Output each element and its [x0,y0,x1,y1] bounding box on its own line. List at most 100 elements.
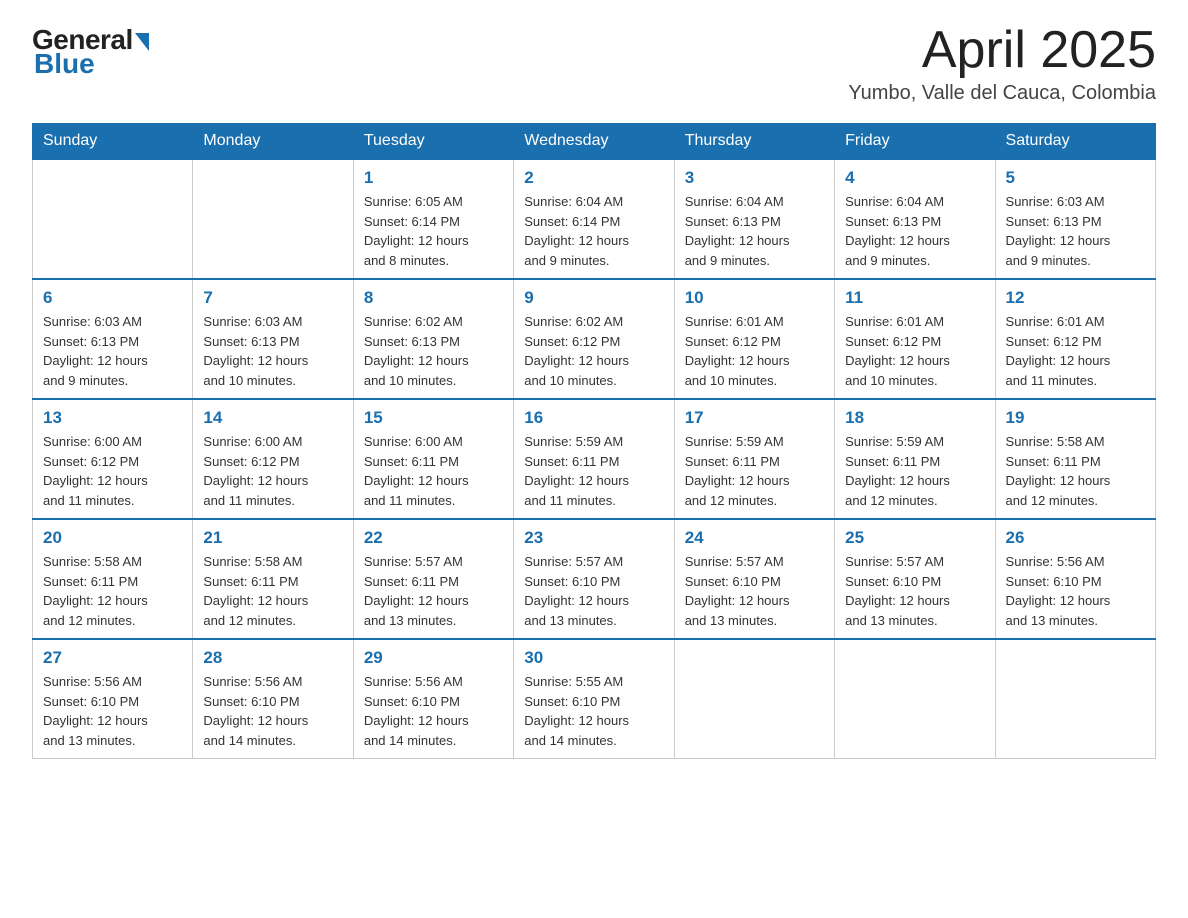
header-info: April 2025 Yumbo, Valle del Cauca, Colom… [848,24,1156,105]
day-info: Sunrise: 5:56 AM Sunset: 6:10 PM Dayligh… [364,672,503,750]
calendar-cell [193,159,353,279]
day-number: 3 [685,168,824,188]
day-info: Sunrise: 6:05 AM Sunset: 6:14 PM Dayligh… [364,192,503,270]
day-info: Sunrise: 5:57 AM Sunset: 6:10 PM Dayligh… [845,552,984,630]
weekday-header: Monday [193,124,353,160]
day-info: Sunrise: 6:01 AM Sunset: 6:12 PM Dayligh… [1006,312,1145,390]
day-number: 23 [524,528,663,548]
day-number: 7 [203,288,342,308]
calendar-cell: 17 Sunrise: 5:59 AM Sunset: 6:11 PM Dayli… [674,399,834,519]
day-number: 12 [1006,288,1145,308]
location-text: Yumbo, Valle del Cauca, Colombia [848,82,1156,105]
calendar-cell: 7 Sunrise: 6:03 AM Sunset: 6:13 PM Daylig… [193,279,353,399]
day-number: 19 [1006,408,1145,428]
calendar-cell: 6 Sunrise: 6:03 AM Sunset: 6:13 PM Daylig… [33,279,193,399]
calendar-cell [33,159,193,279]
weekday-header: Wednesday [514,124,674,160]
calendar-week-row: 13 Sunrise: 6:00 AM Sunset: 6:12 PM Dayli… [33,399,1156,519]
day-number: 30 [524,648,663,668]
calendar-cell: 27 Sunrise: 5:56 AM Sunset: 6:10 PM Dayli… [33,639,193,759]
weekday-header: Friday [835,124,995,160]
day-number: 13 [43,408,182,428]
calendar-cell: 24 Sunrise: 5:57 AM Sunset: 6:10 PM Dayli… [674,519,834,639]
day-info: Sunrise: 6:00 AM Sunset: 6:12 PM Dayligh… [43,432,182,510]
logo-blue-text: Blue [34,48,95,80]
calendar-cell: 5Sunrise: 6:03 AM Sunset: 6:13 PM Daylig… [995,159,1155,279]
day-number: 4 [845,168,984,188]
calendar-cell: 14 Sunrise: 6:00 AM Sunset: 6:12 PM Dayli… [193,399,353,519]
day-info: Sunrise: 5:57 AM Sunset: 6:11 PM Dayligh… [364,552,503,630]
day-number: 29 [364,648,503,668]
weekday-header: Sunday [33,124,193,160]
calendar-week-row: 20Sunrise: 5:58 AM Sunset: 6:11 PM Dayli… [33,519,1156,639]
day-info: Sunrise: 5:57 AM Sunset: 6:10 PM Dayligh… [524,552,663,630]
calendar-cell: 30 Sunrise: 5:55 AM Sunset: 6:10 PM Dayli… [514,639,674,759]
day-number: 1 [364,168,503,188]
calendar-cell: 11Sunrise: 6:01 AM Sunset: 6:12 PM Dayli… [835,279,995,399]
calendar-cell: 9 Sunrise: 6:02 AM Sunset: 6:12 PM Daylig… [514,279,674,399]
month-title: April 2025 [848,24,1156,76]
day-number: 28 [203,648,342,668]
calendar-cell: 25Sunrise: 5:57 AM Sunset: 6:10 PM Dayli… [835,519,995,639]
day-info: Sunrise: 5:59 AM Sunset: 6:11 PM Dayligh… [685,432,824,510]
calendar-cell: 21 Sunrise: 5:58 AM Sunset: 6:11 PM Dayli… [193,519,353,639]
day-number: 8 [364,288,503,308]
weekday-header: Thursday [674,124,834,160]
day-info: Sunrise: 5:58 AM Sunset: 6:11 PM Dayligh… [1006,432,1145,510]
calendar-cell: 10 Sunrise: 6:01 AM Sunset: 6:12 PM Dayli… [674,279,834,399]
day-info: Sunrise: 6:04 AM Sunset: 6:13 PM Dayligh… [685,192,824,270]
calendar-cell: 1 Sunrise: 6:05 AM Sunset: 6:14 PM Daylig… [353,159,513,279]
calendar-week-row: 6 Sunrise: 6:03 AM Sunset: 6:13 PM Daylig… [33,279,1156,399]
day-info: Sunrise: 5:58 AM Sunset: 6:11 PM Dayligh… [203,552,342,630]
calendar-cell: 18Sunrise: 5:59 AM Sunset: 6:11 PM Dayli… [835,399,995,519]
calendar-cell [995,639,1155,759]
logo-arrow-icon [135,33,149,51]
weekday-header: Tuesday [353,124,513,160]
calendar-cell: 8 Sunrise: 6:02 AM Sunset: 6:13 PM Daylig… [353,279,513,399]
day-info: Sunrise: 6:02 AM Sunset: 6:12 PM Dayligh… [524,312,663,390]
calendar-cell: 29 Sunrise: 5:56 AM Sunset: 6:10 PM Dayli… [353,639,513,759]
calendar-cell: 28Sunrise: 5:56 AM Sunset: 6:10 PM Dayli… [193,639,353,759]
day-info: Sunrise: 5:59 AM Sunset: 6:11 PM Dayligh… [524,432,663,510]
logo: General Blue [32,24,149,80]
day-number: 27 [43,648,182,668]
day-info: Sunrise: 6:00 AM Sunset: 6:11 PM Dayligh… [364,432,503,510]
day-number: 2 [524,168,663,188]
calendar-cell: 2 Sunrise: 6:04 AM Sunset: 6:14 PM Daylig… [514,159,674,279]
day-number: 14 [203,408,342,428]
calendar-cell: 23 Sunrise: 5:57 AM Sunset: 6:10 PM Dayli… [514,519,674,639]
day-number: 11 [845,288,984,308]
day-info: Sunrise: 5:56 AM Sunset: 6:10 PM Dayligh… [1006,552,1145,630]
day-number: 9 [524,288,663,308]
calendar-table: SundayMondayTuesdayWednesdayThursdayFrid… [32,123,1156,759]
day-number: 16 [524,408,663,428]
day-number: 21 [203,528,342,548]
day-number: 10 [685,288,824,308]
day-info: Sunrise: 6:04 AM Sunset: 6:14 PM Dayligh… [524,192,663,270]
day-info: Sunrise: 6:03 AM Sunset: 6:13 PM Dayligh… [203,312,342,390]
calendar-cell [674,639,834,759]
day-info: Sunrise: 6:03 AM Sunset: 6:13 PM Dayligh… [43,312,182,390]
day-info: Sunrise: 5:55 AM Sunset: 6:10 PM Dayligh… [524,672,663,750]
calendar-cell: 22 Sunrise: 5:57 AM Sunset: 6:11 PM Dayli… [353,519,513,639]
day-info: Sunrise: 5:56 AM Sunset: 6:10 PM Dayligh… [43,672,182,750]
day-info: Sunrise: 6:02 AM Sunset: 6:13 PM Dayligh… [364,312,503,390]
day-info: Sunrise: 5:59 AM Sunset: 6:11 PM Dayligh… [845,432,984,510]
calendar-week-row: 27 Sunrise: 5:56 AM Sunset: 6:10 PM Dayli… [33,639,1156,759]
day-number: 17 [685,408,824,428]
calendar-cell: 12 Sunrise: 6:01 AM Sunset: 6:12 PM Dayli… [995,279,1155,399]
day-info: Sunrise: 6:04 AM Sunset: 6:13 PM Dayligh… [845,192,984,270]
day-info: Sunrise: 6:01 AM Sunset: 6:12 PM Dayligh… [685,312,824,390]
calendar-cell [835,639,995,759]
day-number: 22 [364,528,503,548]
calendar-cell: 3 Sunrise: 6:04 AM Sunset: 6:13 PM Daylig… [674,159,834,279]
weekday-header-row: SundayMondayTuesdayWednesdayThursdayFrid… [33,124,1156,160]
calendar-cell: 19 Sunrise: 5:58 AM Sunset: 6:11 PM Dayli… [995,399,1155,519]
day-number: 6 [43,288,182,308]
day-info: Sunrise: 6:03 AM Sunset: 6:13 PM Dayligh… [1006,192,1145,270]
day-info: Sunrise: 6:00 AM Sunset: 6:12 PM Dayligh… [203,432,342,510]
day-info: Sunrise: 5:57 AM Sunset: 6:10 PM Dayligh… [685,552,824,630]
calendar-cell: 13 Sunrise: 6:00 AM Sunset: 6:12 PM Dayli… [33,399,193,519]
day-number: 24 [685,528,824,548]
weekday-header: Saturday [995,124,1155,160]
